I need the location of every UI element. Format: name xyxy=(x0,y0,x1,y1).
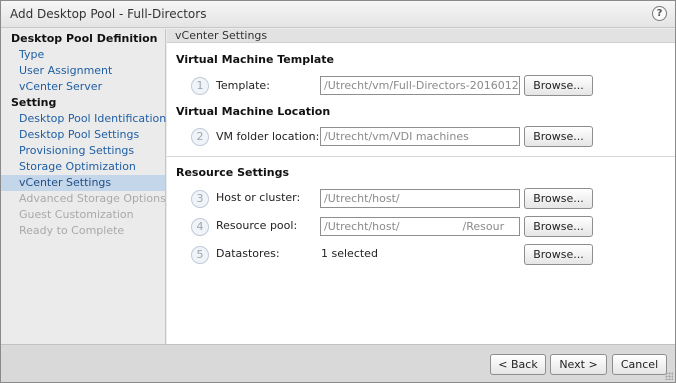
nav-item-storage-optimization[interactable]: Storage Optimization xyxy=(1,159,165,175)
resource-pool-field[interactable]: /Utrecht/host/ /Resour xyxy=(320,217,520,236)
nav-item-provisioning-settings[interactable]: Provisioning Settings xyxy=(1,143,165,159)
nav-section-setting: Setting xyxy=(11,96,57,109)
nav-item-type[interactable]: Type xyxy=(1,47,165,63)
resource-pool-browse-button[interactable]: Browse... xyxy=(524,216,593,237)
nav-item-pool-settings[interactable]: Desktop Pool Settings xyxy=(1,127,165,143)
nav-item-pool-identification[interactable]: Desktop Pool Identification xyxy=(1,111,166,127)
vm-folder-label: VM folder location: xyxy=(216,130,320,143)
step-1-badge: 1 xyxy=(191,77,209,95)
step-3-badge: 3 xyxy=(191,190,209,208)
vm-folder-browse-button[interactable]: Browse... xyxy=(524,126,593,147)
datastores-value: 1 selected xyxy=(321,247,378,260)
help-icon[interactable]: ? xyxy=(652,6,667,21)
host-cluster-browse-button[interactable]: Browse... xyxy=(524,188,593,209)
vm-template-heading: Virtual Machine Template xyxy=(176,53,334,66)
window-title: Add Desktop Pool - Full-Directors xyxy=(10,7,207,21)
vm-folder-field[interactable]: /Utrecht/vm/VDI machines xyxy=(320,127,520,146)
resource-pool-label: Resource pool: xyxy=(216,219,298,232)
template-browse-button[interactable]: Browse... xyxy=(524,75,593,96)
next-button[interactable]: Next > xyxy=(550,354,607,375)
main-panel: vCenter Settings Virtual Machine Templat… xyxy=(167,29,675,344)
host-cluster-label: Host or cluster: xyxy=(216,191,301,204)
nav-item-guest-customization: Guest Customization xyxy=(19,208,134,221)
panel-header: vCenter Settings xyxy=(167,29,675,43)
nav-item-user-assignment[interactable]: User Assignment xyxy=(1,63,165,79)
back-button[interactable]: < Back xyxy=(490,354,546,375)
add-desktop-pool-dialog: Add Desktop Pool - Full-Directors ? Desk… xyxy=(0,0,676,383)
template-field[interactable]: /Utrecht/vm/Full-Directors-20160127 xyxy=(320,76,520,95)
step-4-badge: 4 xyxy=(191,218,209,236)
datastores-label: Datastores: xyxy=(216,247,280,260)
nav-section-definition: Desktop Pool Definition xyxy=(11,32,158,45)
wizard-nav: Desktop Pool Definition Type User Assign… xyxy=(1,29,166,344)
nav-item-vcenter-server[interactable]: vCenter Server xyxy=(1,79,165,95)
title-bar[interactable]: Add Desktop Pool - Full-Directors ? xyxy=(1,1,675,28)
vm-location-heading: Virtual Machine Location xyxy=(176,105,331,118)
step-2-badge: 2 xyxy=(191,128,209,146)
host-cluster-field[interactable]: /Utrecht/host/ xyxy=(320,189,520,208)
nav-item-vcenter-settings[interactable]: vCenter Settings xyxy=(1,175,165,191)
template-label: Template: xyxy=(216,79,270,92)
dialog-footer: < Back Next > Cancel xyxy=(1,344,675,382)
nav-item-advanced-storage: Advanced Storage Options xyxy=(19,192,166,205)
datastores-browse-button[interactable]: Browse... xyxy=(524,244,593,265)
resource-settings-heading: Resource Settings xyxy=(176,166,290,179)
step-5-badge: 5 xyxy=(191,246,209,264)
cancel-button[interactable]: Cancel xyxy=(612,354,667,375)
section-divider xyxy=(167,156,675,157)
resize-grip-icon[interactable] xyxy=(665,372,673,380)
nav-item-ready-to-complete: Ready to Complete xyxy=(19,224,125,237)
